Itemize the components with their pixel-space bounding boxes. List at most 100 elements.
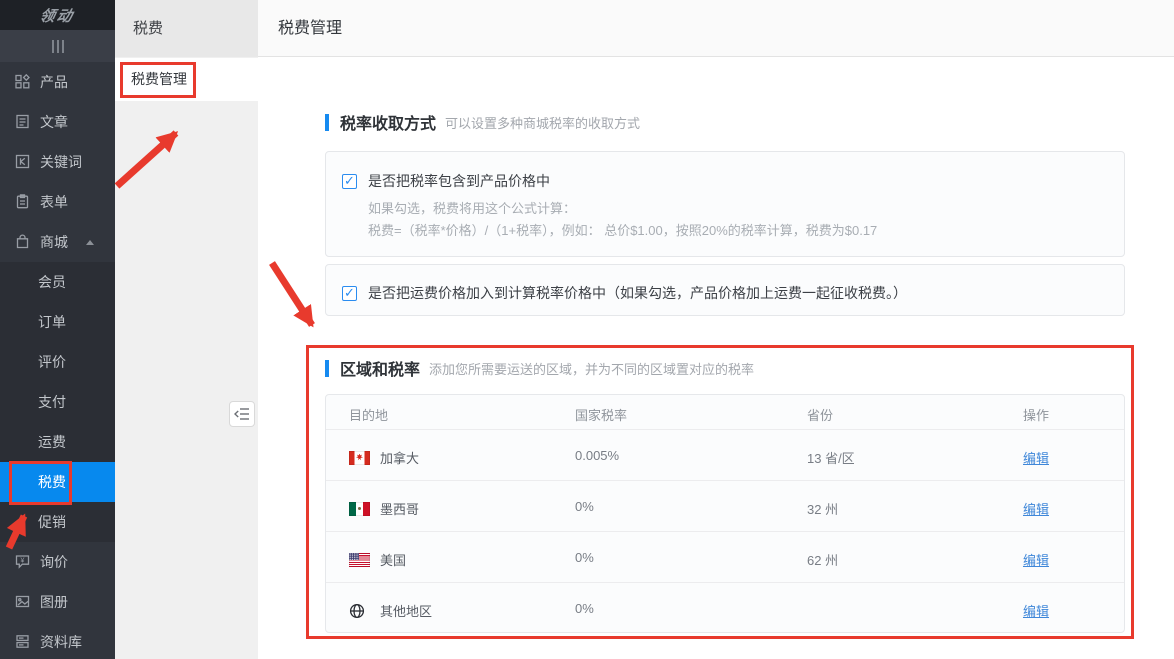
destination-label: 墨西哥 [380, 499, 419, 518]
rate-value: 0% [575, 499, 594, 514]
products-grid-icon [15, 74, 30, 89]
collapse-bar-icon [52, 40, 54, 53]
shipping-tax-card: 是否把运费价格加入到计算税率价格中（如果勾选，产品价格加上运费一起征收税费。） [325, 264, 1125, 316]
col-header-provinces: 省份 [807, 405, 833, 424]
destination-label: 加拿大 [380, 448, 419, 467]
sidebar-item-label: 会员 [38, 272, 66, 292]
mall-bag-icon [15, 234, 30, 249]
rate-value: 0.005% [575, 448, 619, 463]
mexico-flag [349, 502, 370, 516]
library-icon [15, 634, 30, 649]
table-row-mexico: 墨西哥 0% 32 州 编辑 [326, 480, 1124, 531]
form-icon [15, 194, 30, 209]
tab-panel-title: 税费 [115, 0, 258, 57]
sidebar: 领动 产品 文章 关键词 [0, 0, 115, 659]
collapse-bar-icon [62, 40, 64, 53]
usa-flag [349, 553, 370, 567]
keyword-icon [15, 154, 30, 169]
edit-link[interactable]: 编辑 [1023, 553, 1049, 568]
panel-collapse-button[interactable] [229, 401, 255, 427]
collapse-panel-icon [234, 407, 250, 421]
sidebar-item-label: 询价 [40, 552, 68, 572]
destination-label: 其他地区 [380, 601, 432, 620]
sidebar-item-keywords[interactable]: 关键词 [0, 142, 115, 182]
sidebar-item-promotions[interactable]: 促销 [0, 502, 115, 542]
globe-icon [349, 603, 370, 619]
provinces-value: 32 州 [807, 499, 838, 518]
sidebar-item-label: 产品 [40, 72, 68, 92]
sidebar-item-label: 文章 [40, 112, 68, 132]
include-tax-label: 是否把税率包含到产品价格中 [368, 171, 550, 191]
col-header-action: 操作 [996, 405, 1076, 424]
section-heading-tax-collection: 税率收取方式 可以设置多种商城税率的收取方式 [325, 110, 640, 134]
region-tax-table: 目的地 国家税率 省份 操作 加拿大 0.005% 13 省/区 编辑 墨西哥 [325, 394, 1125, 633]
page-title: 税费管理 [258, 0, 1174, 57]
album-icon [15, 594, 30, 609]
rate-value: 0% [575, 601, 594, 616]
section-heading-regions: 区域和税率 添加您所需要运送的区域，并为不同的区域置对应的税率 [325, 356, 754, 380]
sidebar-item-albums[interactable]: 图册 [0, 582, 115, 622]
svg-text:¥: ¥ [21, 558, 25, 565]
sidebar-item-label: 订单 [38, 312, 66, 332]
sidebar-item-label: 商城 [40, 232, 68, 252]
sidebar-item-payment[interactable]: 支付 [0, 382, 115, 422]
sidebar-item-articles[interactable]: 文章 [0, 102, 115, 142]
sidebar-item-label: 表单 [40, 192, 68, 212]
sidebar-item-label: 促销 [38, 512, 66, 532]
inquiry-icon: ¥ [15, 554, 30, 569]
provinces-value: 13 省/区 [807, 448, 855, 467]
table-row-canada: 加拿大 0.005% 13 省/区 编辑 [326, 429, 1124, 480]
tab-tax-management[interactable]: 税费管理 [115, 58, 258, 101]
sidebar-item-library[interactable]: 资料库 [0, 622, 115, 659]
formula-desc-line1: 如果勾选，税费将用这个公式计算： [368, 198, 576, 217]
sidebar-item-label: 评价 [38, 352, 66, 372]
logo-text: 领动 [38, 5, 76, 26]
shipping-tax-checkbox[interactable] [342, 286, 357, 301]
section-subtitle: 添加您所需要运送的区域，并为不同的区域置对应的税率 [429, 359, 754, 378]
sidebar-item-label: 资料库 [40, 632, 82, 652]
col-header-rate: 国家税率 [575, 405, 627, 424]
section-title: 区域和税率 [340, 356, 420, 380]
rate-value: 0% [575, 550, 594, 565]
tax-include-card: 是否把税率包含到产品价格中 如果勾选，税费将用这个公式计算： 税费=（税率*价格… [325, 151, 1125, 257]
sidebar-item-reviews[interactable]: 评价 [0, 342, 115, 382]
logo: 领动 [0, 0, 115, 30]
collapse-bar-icon [57, 40, 59, 53]
article-icon [15, 114, 30, 129]
chevron-up-icon [86, 240, 94, 245]
page: 领动 产品 文章 关键词 [0, 0, 1174, 659]
sidebar-menu: 产品 文章 关键词 表单 [0, 62, 115, 659]
edit-link[interactable]: 编辑 [1023, 604, 1049, 619]
section-accent-bar [325, 360, 329, 377]
sidebar-item-tax[interactable]: 税费 [0, 462, 115, 502]
sidebar-item-label: 运费 [38, 432, 66, 452]
table-row-usa: 美国 0% 62 州 编辑 [326, 531, 1124, 582]
destination-label: 美国 [380, 550, 406, 569]
edit-link[interactable]: 编辑 [1023, 451, 1049, 466]
section-title: 税率收取方式 [340, 110, 436, 134]
sidebar-item-mall[interactable]: 商城 [0, 222, 115, 262]
table-header-row: 目的地 国家税率 省份 操作 [326, 395, 1124, 429]
shipping-tax-label: 是否把运费价格加入到计算税率价格中（如果勾选，产品价格加上运费一起征收税费。） [368, 283, 907, 303]
tab-panel: 税费 税费管理 [115, 0, 258, 659]
sidebar-collapse-handle[interactable] [0, 30, 115, 62]
edit-link[interactable]: 编辑 [1023, 502, 1049, 517]
sidebar-item-label: 税费 [38, 472, 66, 492]
sidebar-item-inquiry[interactable]: ¥ 询价 [0, 542, 115, 582]
sidebar-item-label: 图册 [40, 592, 68, 612]
sidebar-item-products[interactable]: 产品 [0, 62, 115, 102]
sidebar-item-forms[interactable]: 表单 [0, 182, 115, 222]
sidebar-item-members[interactable]: 会员 [0, 262, 115, 302]
sidebar-item-label: 支付 [38, 392, 66, 412]
section-accent-bar [325, 114, 329, 131]
col-header-destination: 目的地 [349, 405, 388, 424]
formula-desc-line2: 税费=（税率*价格）/（1+税率），例如： 总价$1.00，按照20%的税率计算… [368, 220, 877, 239]
main-content: 税费管理 税率收取方式 可以设置多种商城税率的收取方式 是否把税率包含到产品价格… [258, 0, 1174, 659]
table-row-other-regions: 其他地区 0% 编辑 [326, 582, 1124, 633]
provinces-value: 62 州 [807, 550, 838, 569]
sidebar-item-label: 关键词 [40, 152, 82, 172]
include-tax-checkbox[interactable] [342, 174, 357, 189]
canada-flag [349, 451, 370, 465]
sidebar-item-shipping[interactable]: 运费 [0, 422, 115, 462]
sidebar-item-orders[interactable]: 订单 [0, 302, 115, 342]
